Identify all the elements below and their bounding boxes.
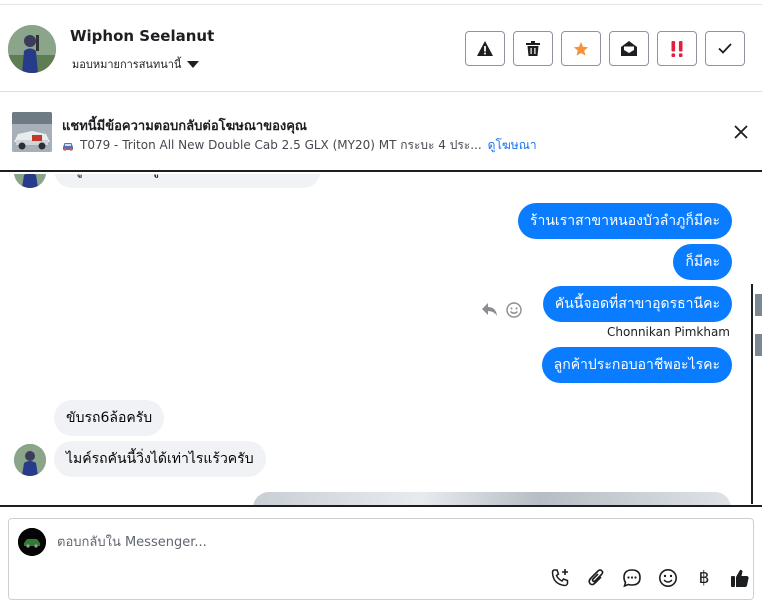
smiley-icon	[659, 569, 677, 587]
mark-done-button[interactable]	[705, 31, 745, 66]
view-ad-link[interactable]: ดูโฆษณา	[488, 136, 537, 155]
customer-avatar-small	[14, 174, 46, 188]
mark-important-button[interactable]	[657, 31, 697, 66]
ad-thumbnail[interactable]	[12, 112, 52, 152]
customer-name: Wiphon Seelanut	[70, 27, 215, 45]
saved-replies-button[interactable]	[621, 567, 643, 589]
assign-conversation-label: มอบหมายการสนทนานี้	[72, 58, 182, 71]
exclamation-icon	[671, 40, 683, 57]
side-thumbnail[interactable]	[755, 334, 762, 356]
composer-tools: ฿	[549, 567, 751, 589]
reply-input[interactable]	[57, 532, 657, 552]
payment-button[interactable]: ฿	[693, 567, 715, 589]
close-icon[interactable]	[734, 125, 748, 139]
warning-icon	[477, 41, 493, 56]
car-icon	[63, 142, 73, 151]
side-thumbnail[interactable]	[755, 294, 762, 316]
sender-name: Chonnikan Pimkham	[607, 325, 730, 339]
conversation-header: Wiphon Seelanut มอบหมายการสนทนานี้	[0, 4, 762, 92]
side-preview-panel-edge	[751, 284, 762, 504]
envelope-open-icon	[621, 41, 637, 56]
call-button[interactable]	[549, 567, 571, 589]
message-thread[interactable]: อยู่หนองบัวลำภูครับคันนี้ทำงานอะไรบ้าง ร…	[0, 174, 752, 505]
delete-button[interactable]	[513, 31, 553, 66]
outgoing-message[interactable]: ก็มีคะ	[673, 244, 732, 280]
paperclip-icon	[588, 569, 604, 586]
check-icon	[718, 43, 732, 54]
outgoing-message[interactable]: คันนี้จอดที่สาขาอุดรธานีคะ	[542, 286, 732, 322]
incoming-message[interactable]: อยู่หนองบัวลำภูครับคันนี้ทำงานอะไรบ้าง	[54, 174, 321, 188]
composer-divider	[0, 505, 762, 507]
star-icon	[573, 41, 589, 56]
message-composer: ฿	[8, 518, 754, 600]
customer-avatar[interactable]	[8, 25, 56, 73]
report-spam-button[interactable]	[465, 31, 505, 66]
like-button[interactable]	[729, 567, 751, 589]
incoming-message[interactable]: ไมค์รถคันนี้วิ่งได้เท่าไรแร้วครับ	[54, 441, 266, 477]
ad-reply-banner: แชทนี้มีข้อความตอบกลับต่อโฆษณาของคุณ T07…	[0, 92, 762, 172]
attach-button[interactable]	[585, 567, 607, 589]
phone-plus-icon	[551, 569, 569, 587]
caret-down-icon	[187, 60, 200, 68]
ad-reply-title: แชทนี้มีข้อความตอบกลับต่อโฆษณาของคุณ	[62, 119, 307, 134]
reply-icon[interactable]	[482, 303, 498, 317]
incoming-message[interactable]: ขับรถ6ล้อครับ	[54, 400, 165, 436]
star-button[interactable]	[561, 31, 601, 66]
image-attachment[interactable]	[253, 492, 731, 505]
page-avatar	[18, 528, 46, 556]
inbox-conversation-panel: Wiphon Seelanut มอบหมายการสนทนานี้ แชทนี…	[0, 0, 762, 614]
ad-reply-subtitle: T079 - Triton All New Double Cab 2.5 GLX…	[62, 136, 537, 155]
conversation-actions	[465, 31, 745, 66]
thumbs-up-icon	[731, 569, 749, 587]
emoji-button[interactable]	[657, 567, 679, 589]
chat-bubble-icon	[623, 569, 641, 588]
customer-avatar-small	[14, 444, 46, 476]
baht-icon: ฿	[698, 568, 710, 588]
trash-icon	[526, 41, 540, 56]
assign-conversation-dropdown[interactable]: มอบหมายการสนทนานี้	[72, 55, 200, 73]
outgoing-message[interactable]: ลูกค้าประกอบอาชีพอะไรคะ	[541, 347, 732, 383]
ad-name: T079 - Triton All New Double Cab 2.5 GLX…	[80, 138, 482, 152]
message-hover-tools	[482, 302, 522, 318]
outgoing-message[interactable]: ร้านเราสาขาหนองบัวลำภูก็มีคะ	[517, 203, 732, 239]
smiley-icon[interactable]	[506, 302, 522, 318]
mark-unread-button[interactable]	[609, 31, 649, 66]
